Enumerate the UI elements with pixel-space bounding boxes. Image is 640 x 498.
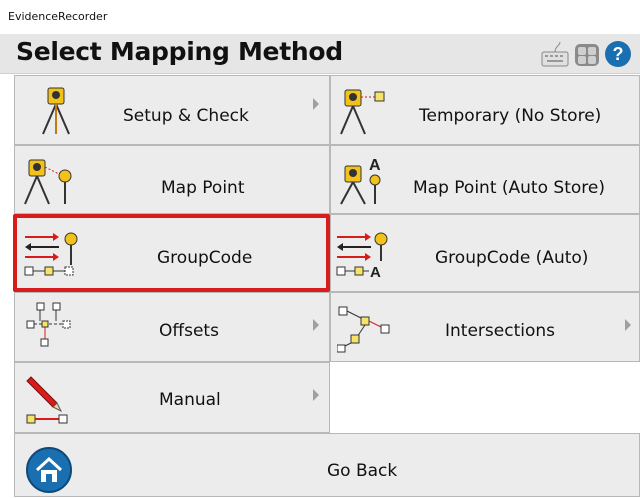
svg-text:A: A — [370, 264, 381, 279]
map-point-auto-label: Map Point (Auto Store) — [413, 178, 605, 198]
intersections-icon — [336, 303, 397, 357]
groupcode-auto-button[interactable]: A GroupCode (Auto) — [330, 214, 640, 292]
page-header: Select Mapping Method ? — [0, 34, 640, 74]
offsets-label: Offsets — [159, 321, 219, 341]
setup-check-label: Setup & Check — [123, 106, 249, 126]
map-point-icon — [23, 156, 83, 210]
groupcode-auto-label: GroupCode (Auto) — [435, 248, 589, 268]
total-station-icon — [37, 86, 77, 140]
help-icon[interactable]: ? — [604, 40, 632, 72]
map-point-auto-icon: A — [339, 156, 399, 210]
temporary-button[interactable]: Temporary (No Store) — [330, 75, 640, 145]
setup-check-button[interactable]: Setup & Check — [14, 75, 330, 145]
offsets-button[interactable]: Offsets — [14, 292, 330, 362]
intersections-label: Intersections — [445, 321, 555, 341]
submenu-arrow-icon — [313, 98, 319, 110]
page-title: Select Mapping Method — [16, 37, 343, 66]
manual-label: Manual — [159, 390, 221, 410]
svg-text:?: ? — [613, 44, 624, 64]
groupcode-button[interactable]: GroupCode — [14, 214, 330, 292]
map-point-label: Map Point — [161, 178, 245, 198]
submenu-arrow-icon — [313, 319, 319, 331]
keyboard-icon[interactable] — [540, 40, 570, 72]
offsets-icon — [25, 301, 75, 355]
submenu-arrow-icon — [313, 389, 319, 401]
home-icon — [25, 446, 73, 498]
svg-text:A: A — [369, 157, 381, 174]
total-station-target-icon — [339, 86, 389, 140]
manual-button[interactable]: Manual — [14, 362, 330, 433]
window-title: EvidenceRecorder — [0, 0, 640, 34]
temporary-label: Temporary (No Store) — [419, 106, 602, 126]
map-point-auto-button[interactable]: A Map Point (Auto Store) — [330, 145, 640, 214]
submenu-arrow-icon — [625, 319, 631, 331]
pencil-icon — [25, 371, 75, 431]
map-point-button[interactable]: Map Point — [14, 145, 330, 214]
groupcode-auto-icon: A — [335, 231, 395, 283]
calculator-icon[interactable] — [574, 40, 600, 72]
groupcode-label: GroupCode — [157, 248, 253, 268]
go-back-button[interactable]: Go Back — [14, 433, 640, 497]
groupcode-icon — [23, 231, 83, 283]
go-back-label: Go Back — [327, 461, 398, 481]
intersections-button[interactable]: Intersections — [330, 292, 640, 362]
